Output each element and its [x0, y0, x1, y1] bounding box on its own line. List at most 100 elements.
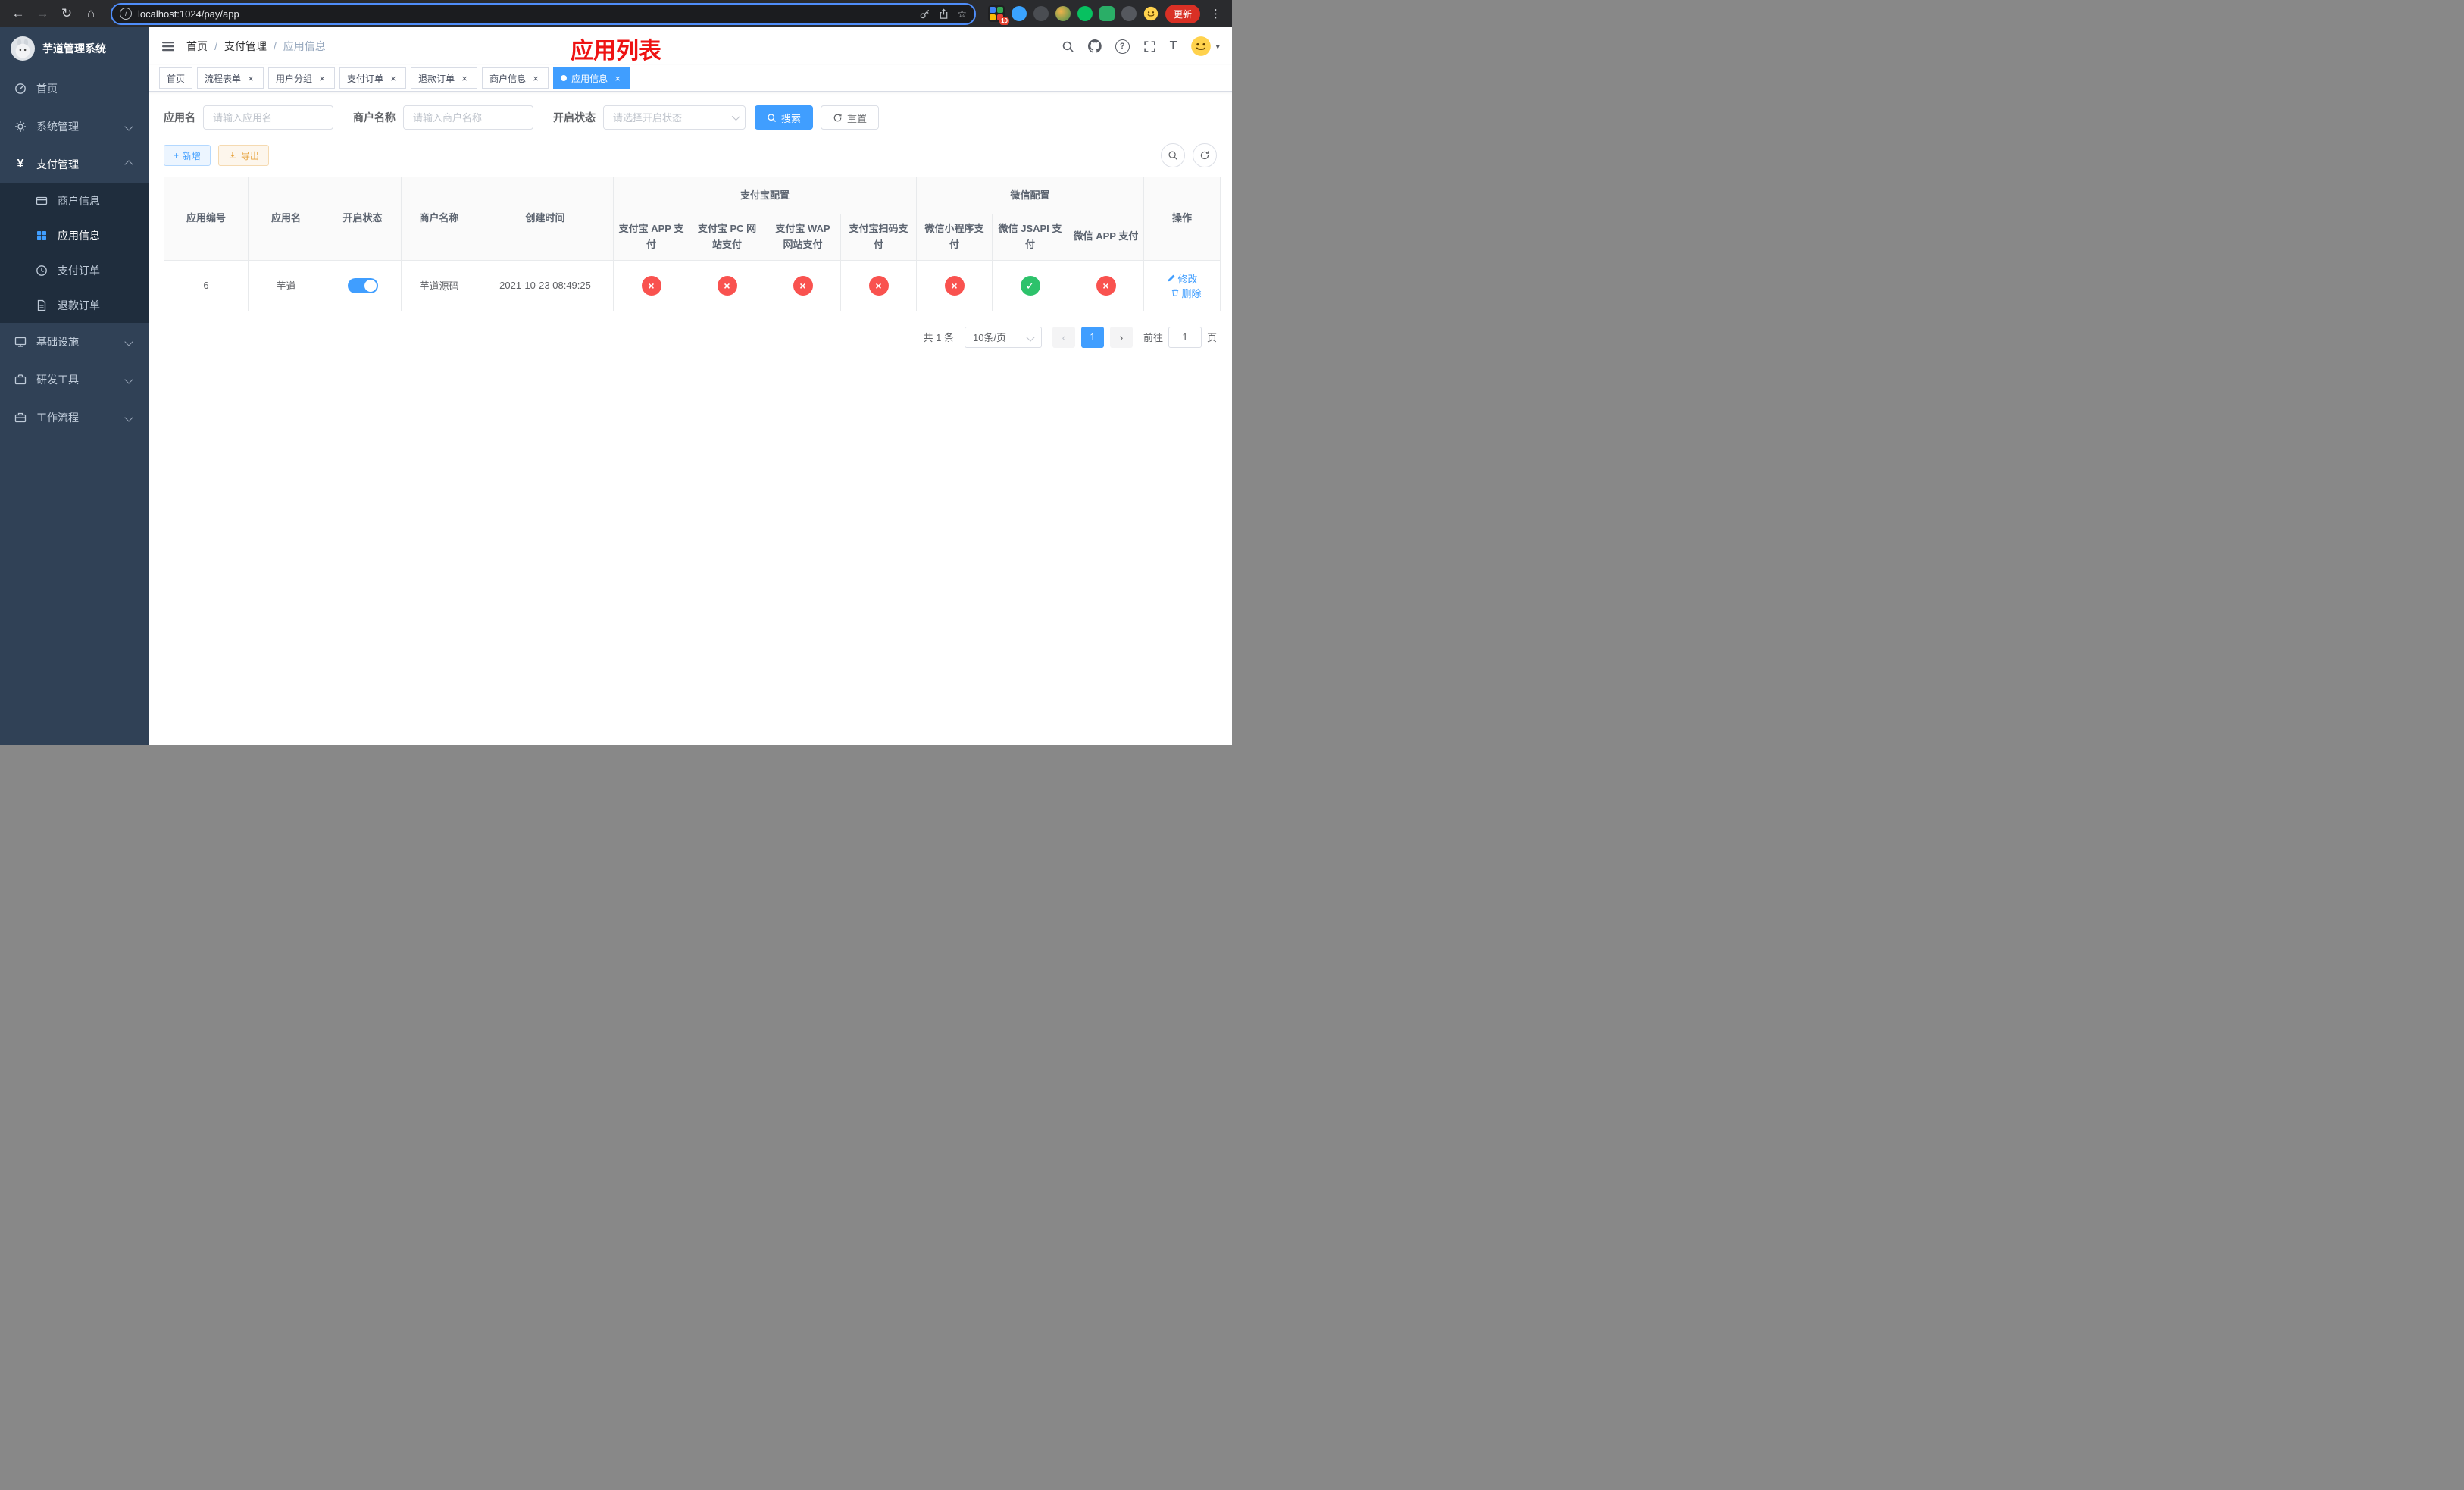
add-button[interactable]: + 新增	[164, 145, 211, 166]
page-size-select[interactable]: 10条/页	[964, 326, 1042, 348]
status-toggle[interactable]	[347, 277, 378, 293]
cell-wechat-jsapi: ✓	[992, 259, 1069, 311]
forward-icon[interactable]: →	[32, 3, 53, 24]
breadcrumb-home[interactable]: 首页	[186, 39, 208, 54]
edit-link[interactable]: 修改	[1167, 271, 1198, 286]
search-form: 应用名 商户名称 开启状态 搜索	[164, 105, 1217, 130]
close-icon[interactable]: ×	[612, 73, 623, 83]
toggle-search-button[interactable]	[1161, 143, 1185, 167]
user-menu[interactable]: ▾	[1190, 36, 1220, 57]
sidebar-item-infrastructure[interactable]: 基础设施	[0, 323, 149, 361]
github-icon[interactable]	[1087, 39, 1102, 53]
breadcrumb-payment[interactable]: 支付管理	[224, 39, 267, 54]
browser-menu-icon[interactable]: ⋮	[1207, 7, 1224, 20]
share-icon[interactable]	[938, 8, 949, 20]
sidebar-item-system-management[interactable]: 系统管理	[0, 108, 149, 146]
group-header-alipay: 支付宝配置	[612, 177, 918, 214]
search-icon[interactable]	[1062, 40, 1074, 53]
tab-label: 退款订单	[418, 73, 455, 84]
sidebar-item-app-info[interactable]: 应用信息	[0, 218, 149, 253]
tab-label: 商户信息	[489, 73, 527, 84]
password-key-icon[interactable]	[919, 8, 930, 20]
sidebar-item-home[interactable]: 首页	[0, 70, 149, 108]
refresh-table-button[interactable]	[1193, 143, 1217, 167]
sidebar-menu: 首页 系统管理 ¥ 支付管理 商户信息 应用信息 支付订单 退款订单 基础设施 …	[0, 70, 149, 437]
page-unit-label: 页	[1206, 332, 1217, 344]
fullscreen-icon[interactable]	[1143, 40, 1156, 53]
browser-profile-avatar[interactable]	[1143, 6, 1159, 21]
sidebar-item-dev-tools[interactable]: 研发工具	[0, 361, 149, 399]
site-info-icon[interactable]: i	[120, 8, 132, 20]
pencil-icon	[1168, 274, 1174, 282]
close-icon[interactable]: ×	[317, 73, 327, 83]
bookmark-star-icon[interactable]: ☆	[957, 8, 967, 20]
close-icon[interactable]: ×	[245, 73, 256, 83]
prev-page-button[interactable]: ‹	[1052, 326, 1075, 348]
sidebar-item-merchant-info[interactable]: 商户信息	[0, 183, 149, 218]
dashboard-icon	[14, 83, 27, 95]
plus-icon: +	[174, 150, 180, 161]
chevron-up-icon	[124, 160, 133, 169]
extension-icon-blue[interactable]	[1011, 6, 1027, 21]
tab-home[interactable]: 首页	[159, 67, 193, 89]
extension-grid-icon[interactable]: 10	[987, 5, 1009, 25]
sidebar-item-payment-order[interactable]: 支付订单	[0, 253, 149, 288]
delete-link[interactable]: 删除	[1171, 286, 1202, 300]
sidebar-item-refund-order[interactable]: 退款订单	[0, 288, 149, 323]
cell-app-name: 芋道	[248, 259, 324, 311]
app-name-input[interactable]	[203, 105, 333, 130]
hamburger-icon[interactable]	[161, 39, 176, 54]
close-icon[interactable]: ×	[459, 73, 470, 83]
tab-payment-order[interactable]: 支付订单 ×	[339, 67, 407, 89]
back-icon[interactable]: ←	[8, 3, 29, 24]
page-1-button[interactable]: 1	[1080, 326, 1104, 348]
extension-icon-dark[interactable]	[1033, 6, 1049, 21]
help-icon[interactable]: ?	[1115, 39, 1130, 54]
export-button[interactable]: 导出	[218, 145, 270, 166]
url-text[interactable]: localhost:1024/pay/app	[138, 8, 913, 20]
sidebar-item-label: 首页	[36, 83, 58, 95]
pagination: 共 1 条 10条/页 ‹ 1 › 前往 页	[164, 326, 1217, 348]
wechat-devtools-icon[interactable]	[1077, 6, 1093, 21]
close-icon[interactable]: ×	[388, 73, 399, 83]
search-button[interactable]: 搜索	[755, 105, 814, 130]
card-icon	[35, 195, 48, 207]
goto-page-input[interactable]	[1168, 326, 1202, 348]
font-size-icon[interactable]: T	[1170, 39, 1177, 53]
table-row: 6 芋道 芋道源码 2021-10-23 08:49:25 × × × × ×	[164, 259, 1221, 311]
address-bar[interactable]: i localhost:1024/pay/app ☆	[111, 2, 976, 25]
close-icon[interactable]: ×	[530, 73, 541, 83]
search-button-label: 搜索	[781, 112, 802, 124]
col-header-alipay-pc: 支付宝 PC 网站支付	[689, 214, 765, 261]
extension-icon-chat[interactable]	[1099, 6, 1115, 21]
extension-icon-avatar[interactable]	[1055, 6, 1071, 21]
next-page-button[interactable]: ›	[1109, 326, 1133, 348]
cell-wechat-app: ×	[1068, 259, 1145, 311]
app-logo-row[interactable]: 芋道管理系统	[0, 27, 149, 70]
yen-icon: ¥	[17, 158, 24, 171]
group-header-wechat: 微信配置	[916, 177, 1145, 214]
tab-merchant-info[interactable]: 商户信息 ×	[482, 67, 549, 89]
browser-update-button[interactable]: 更新	[1165, 4, 1200, 23]
merchant-name-input[interactable]	[403, 105, 533, 130]
sidebar-item-payment-management[interactable]: ¥ 支付管理	[0, 146, 149, 183]
tab-process-form[interactable]: 流程表单 ×	[197, 67, 264, 89]
tab-label: 首页	[167, 73, 186, 84]
edit-link-label: 修改	[1177, 273, 1198, 285]
extensions-puzzle-icon[interactable]	[1121, 6, 1137, 21]
reload-icon[interactable]: ↻	[56, 3, 77, 24]
grid-icon	[35, 230, 48, 242]
status-select[interactable]	[603, 105, 746, 130]
sidebar-item-workflow[interactable]: 工作流程	[0, 399, 149, 437]
payment-submenu: 商户信息 应用信息 支付订单 退款订单	[0, 183, 149, 323]
home-icon[interactable]: ⌂	[80, 3, 102, 24]
chevron-down-icon	[1026, 332, 1035, 342]
sidebar-item-label: 支付订单	[58, 265, 100, 277]
tab-user-group[interactable]: 用户分组 ×	[268, 67, 336, 89]
browser-extensions-area: 10 更新 ⋮	[987, 4, 1224, 25]
tab-app-info[interactable]: 应用信息 ×	[553, 67, 631, 89]
reset-button[interactable]: 重置	[821, 105, 880, 130]
sidebar-item-label: 商户信息	[58, 195, 100, 207]
status-select-input[interactable]	[603, 105, 746, 130]
tab-refund-order[interactable]: 退款订单 ×	[411, 67, 478, 89]
